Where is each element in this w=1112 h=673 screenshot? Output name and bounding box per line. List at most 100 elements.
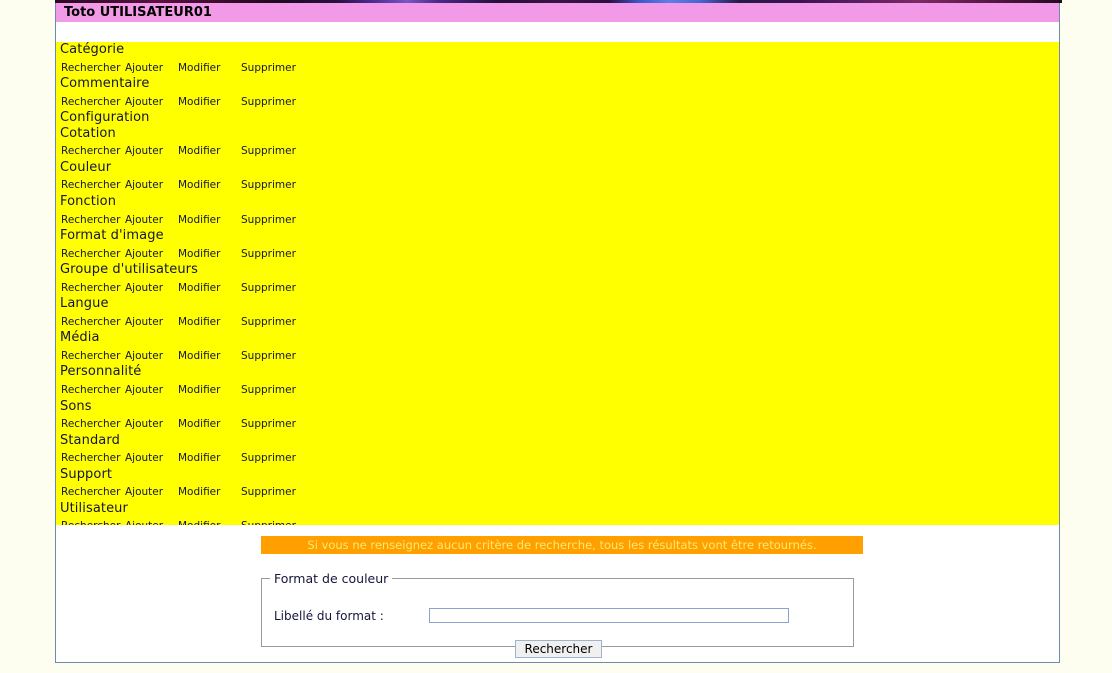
ajouter-link-commentaire[interactable]: Ajouter [125,95,178,111]
modifier-link-standard[interactable]: Modifier [178,451,241,467]
supprimer-link-standard[interactable]: Supprimer [241,451,296,467]
ajouter-link-couleur[interactable]: Ajouter [125,178,178,194]
supprimer-link-support[interactable]: Supprimer [241,485,296,501]
page-container: Toto UTILISATEUR01 Mes informations pers… [55,3,1060,663]
modifier-link-media[interactable]: Modifier [178,349,241,365]
menu-group-groupe-d-utilisateurs: Groupe d'utilisateurs Rechercher Ajouter Mo… [56,262,1059,296]
menu-actions-cotation: Rechercher Ajouter Modifier Supprimer [60,141,1059,160]
menu-actions-media: Rechercher Ajouter Modifier Supprimer [60,346,1059,365]
rechercher-link-fonction[interactable]: Rechercher [61,213,125,229]
menu-group-couleur: Couleur Rechercher Ajouter Modifier Supprime… [56,160,1059,194]
menu-heading-couleur: Couleur [60,159,112,175]
modifier-link-fonction[interactable]: Modifier [178,213,241,229]
rechercher-link-categorie[interactable]: Rechercher [61,61,125,77]
modifier-link-couleur[interactable]: Modifier [178,178,241,194]
supprimer-link-media[interactable]: Supprimer [241,349,296,365]
menu-actions-utilisateur: RechercherAjouterModifierSupprimer [60,516,1059,525]
menu-heading-commentaire: Commentaire [60,76,150,92]
supprimer-link-langue[interactable]: Supprimer [241,315,296,331]
menu-group-sons: Sons Rechercher Ajouter Modifier Supprimer [56,399,1059,433]
rechercher-link-personnalite[interactable]: Rechercher [61,383,125,399]
ajouter-link-groupe-d-utilisateurs[interactable]: Ajouter [125,281,178,297]
rechercher-link-langue[interactable]: Rechercher [61,315,125,331]
modifier-link-sons[interactable]: Modifier [178,417,241,433]
menu-actions-commentaire: Rechercher Ajouter Modifier Supprimer [60,92,1059,111]
rechercher-link-couleur[interactable]: Rechercher [61,178,125,194]
menu-group-support: Support Rechercher Ajouter Modifier Supprime… [56,467,1059,501]
menu-heading-support: Support [60,466,113,482]
menu-group-langue: Langue Rechercher Ajouter Modifier Supprimer [56,296,1059,330]
menu-group-fonction: Fonction Rechercher Ajouter Modifier Supprim… [56,194,1059,228]
menu-heading-standard: Standard [60,432,120,448]
menu-group-utilisateur: UtilisateurRechercherAjouterModifierSupp… [56,501,1059,525]
menu-actions-groupe-d-utilisateurs: Rechercher Ajouter Modifier Supprimer [60,278,1059,297]
menu-actions-support: Rechercher Ajouter Modifier Supprimer [60,482,1059,501]
menu-actions-langue: Rechercher Ajouter Modifier Supprimer [60,312,1059,331]
menu-heading-format-d-image: Format d'image [60,228,164,244]
supprimer-link-cotation[interactable]: Supprimer [241,144,296,160]
header-links: Mes informations personnellesDéconnexion [776,18,1055,22]
info-banner: Si vous ne renseignez aucun critère de r… [261,536,863,554]
supprimer-link-groupe-d-utilisateurs[interactable]: Supprimer [241,281,296,297]
modifier-link-cotation[interactable]: Modifier [178,144,241,160]
header-bar: Toto UTILISATEUR01 Mes informations pers… [56,3,1059,22]
format-label-input[interactable] [429,608,789,623]
supprimer-link-personnalite[interactable]: Supprimer [241,383,296,399]
ajouter-link-langue[interactable]: Ajouter [125,315,178,331]
ajouter-link-support[interactable]: Ajouter [125,485,178,501]
menu-heading-configuration: Configuration [60,110,150,126]
supprimer-link-sons[interactable]: Supprimer [241,417,296,433]
menu-heading-sons: Sons [60,398,92,414]
menu-heading-cotation: Cotation [60,125,116,141]
menu-actions-personnalite: Rechercher Ajouter Modifier Supprimer [60,380,1059,399]
ajouter-link-cotation[interactable]: Ajouter [125,144,178,160]
search-button[interactable]: Rechercher [514,640,603,658]
modifier-link-groupe-d-utilisateurs[interactable]: Modifier [178,281,241,297]
rechercher-link-media[interactable]: Rechercher [61,349,125,365]
menu-group-commentaire: Commentaire Rechercher Ajouter Modifier Supp… [56,76,1059,110]
menu-group-format-d-image: Format d'image Rechercher Ajouter Modifier S… [56,228,1059,262]
menu-group-media: Média Rechercher Ajouter Modifier Supprimer [56,330,1059,364]
rechercher-link-commentaire[interactable]: Rechercher [61,95,125,111]
modifier-link-personnalite[interactable]: Modifier [178,383,241,399]
supprimer-link-fonction[interactable]: Supprimer [241,213,296,229]
menu-actions-fonction: Rechercher Ajouter Modifier Supprimer [60,210,1059,229]
ajouter-link-personnalite[interactable]: Ajouter [125,383,178,399]
supprimer-link-commentaire[interactable]: Supprimer [241,95,296,111]
menu-heading-categorie: Catégorie [60,42,125,57]
modifier-link-langue[interactable]: Modifier [178,315,241,331]
menu-group-cotation: Cotation Rechercher Ajouter Modifier Supprim… [56,126,1059,160]
supprimer-link-categorie[interactable]: Supprimer [241,61,296,77]
rechercher-link-cotation[interactable]: Rechercher [61,144,125,160]
ajouter-link-sons[interactable]: Ajouter [125,417,178,433]
supprimer-link-format-d-image[interactable]: Supprimer [241,247,296,263]
ajouter-link-media[interactable]: Ajouter [125,349,178,365]
menu-heading-utilisateur: Utilisateur [60,500,128,516]
menu-heading-fonction: Fonction [60,193,117,209]
modifier-link-categorie[interactable]: Modifier [178,61,241,77]
rechercher-link-sons[interactable]: Rechercher [61,417,125,433]
rechercher-link-support[interactable]: Rechercher [61,485,125,501]
modifier-link-format-d-image[interactable]: Modifier [178,247,241,263]
supprimer-link-couleur[interactable]: Supprimer [241,178,296,194]
menu-heading-personnalite: Personnalité [60,364,142,380]
rechercher-link-format-d-image[interactable]: Rechercher [61,247,125,263]
modifier-link-commentaire[interactable]: Modifier [178,95,241,111]
content-area: Si vous ne renseignez aucun critère de r… [56,525,1059,661]
menu-actions-categorie: Rechercher Ajouter Modifier Supprimer [60,58,1059,77]
rechercher-link-standard[interactable]: Rechercher [61,451,125,467]
modifier-link-support[interactable]: Modifier [178,485,241,501]
menu-actions-sons: Rechercher Ajouter Modifier Supprimer [60,414,1059,433]
ajouter-link-format-d-image[interactable]: Ajouter [125,247,178,263]
menu-actions-couleur: Rechercher Ajouter Modifier Supprimer [60,175,1059,194]
rechercher-link-groupe-d-utilisateurs[interactable]: Rechercher [61,281,125,297]
menu-group-categorie: Catégorie Rechercher Ajouter Modifier Suppri… [56,42,1059,76]
menu-heading-langue: Langue [60,296,109,312]
menu-group-configuration: Configuration [56,110,1059,126]
menu-heading-media: Média [60,330,100,346]
ajouter-link-fonction[interactable]: Ajouter [125,213,178,229]
format-label: Libellé du format : [274,608,384,623]
ajouter-link-standard[interactable]: Ajouter [125,451,178,467]
ajouter-link-categorie[interactable]: Ajouter [125,61,178,77]
menu-group-personnalite: Personnalité Rechercher Ajouter Modifier Sup… [56,364,1059,398]
